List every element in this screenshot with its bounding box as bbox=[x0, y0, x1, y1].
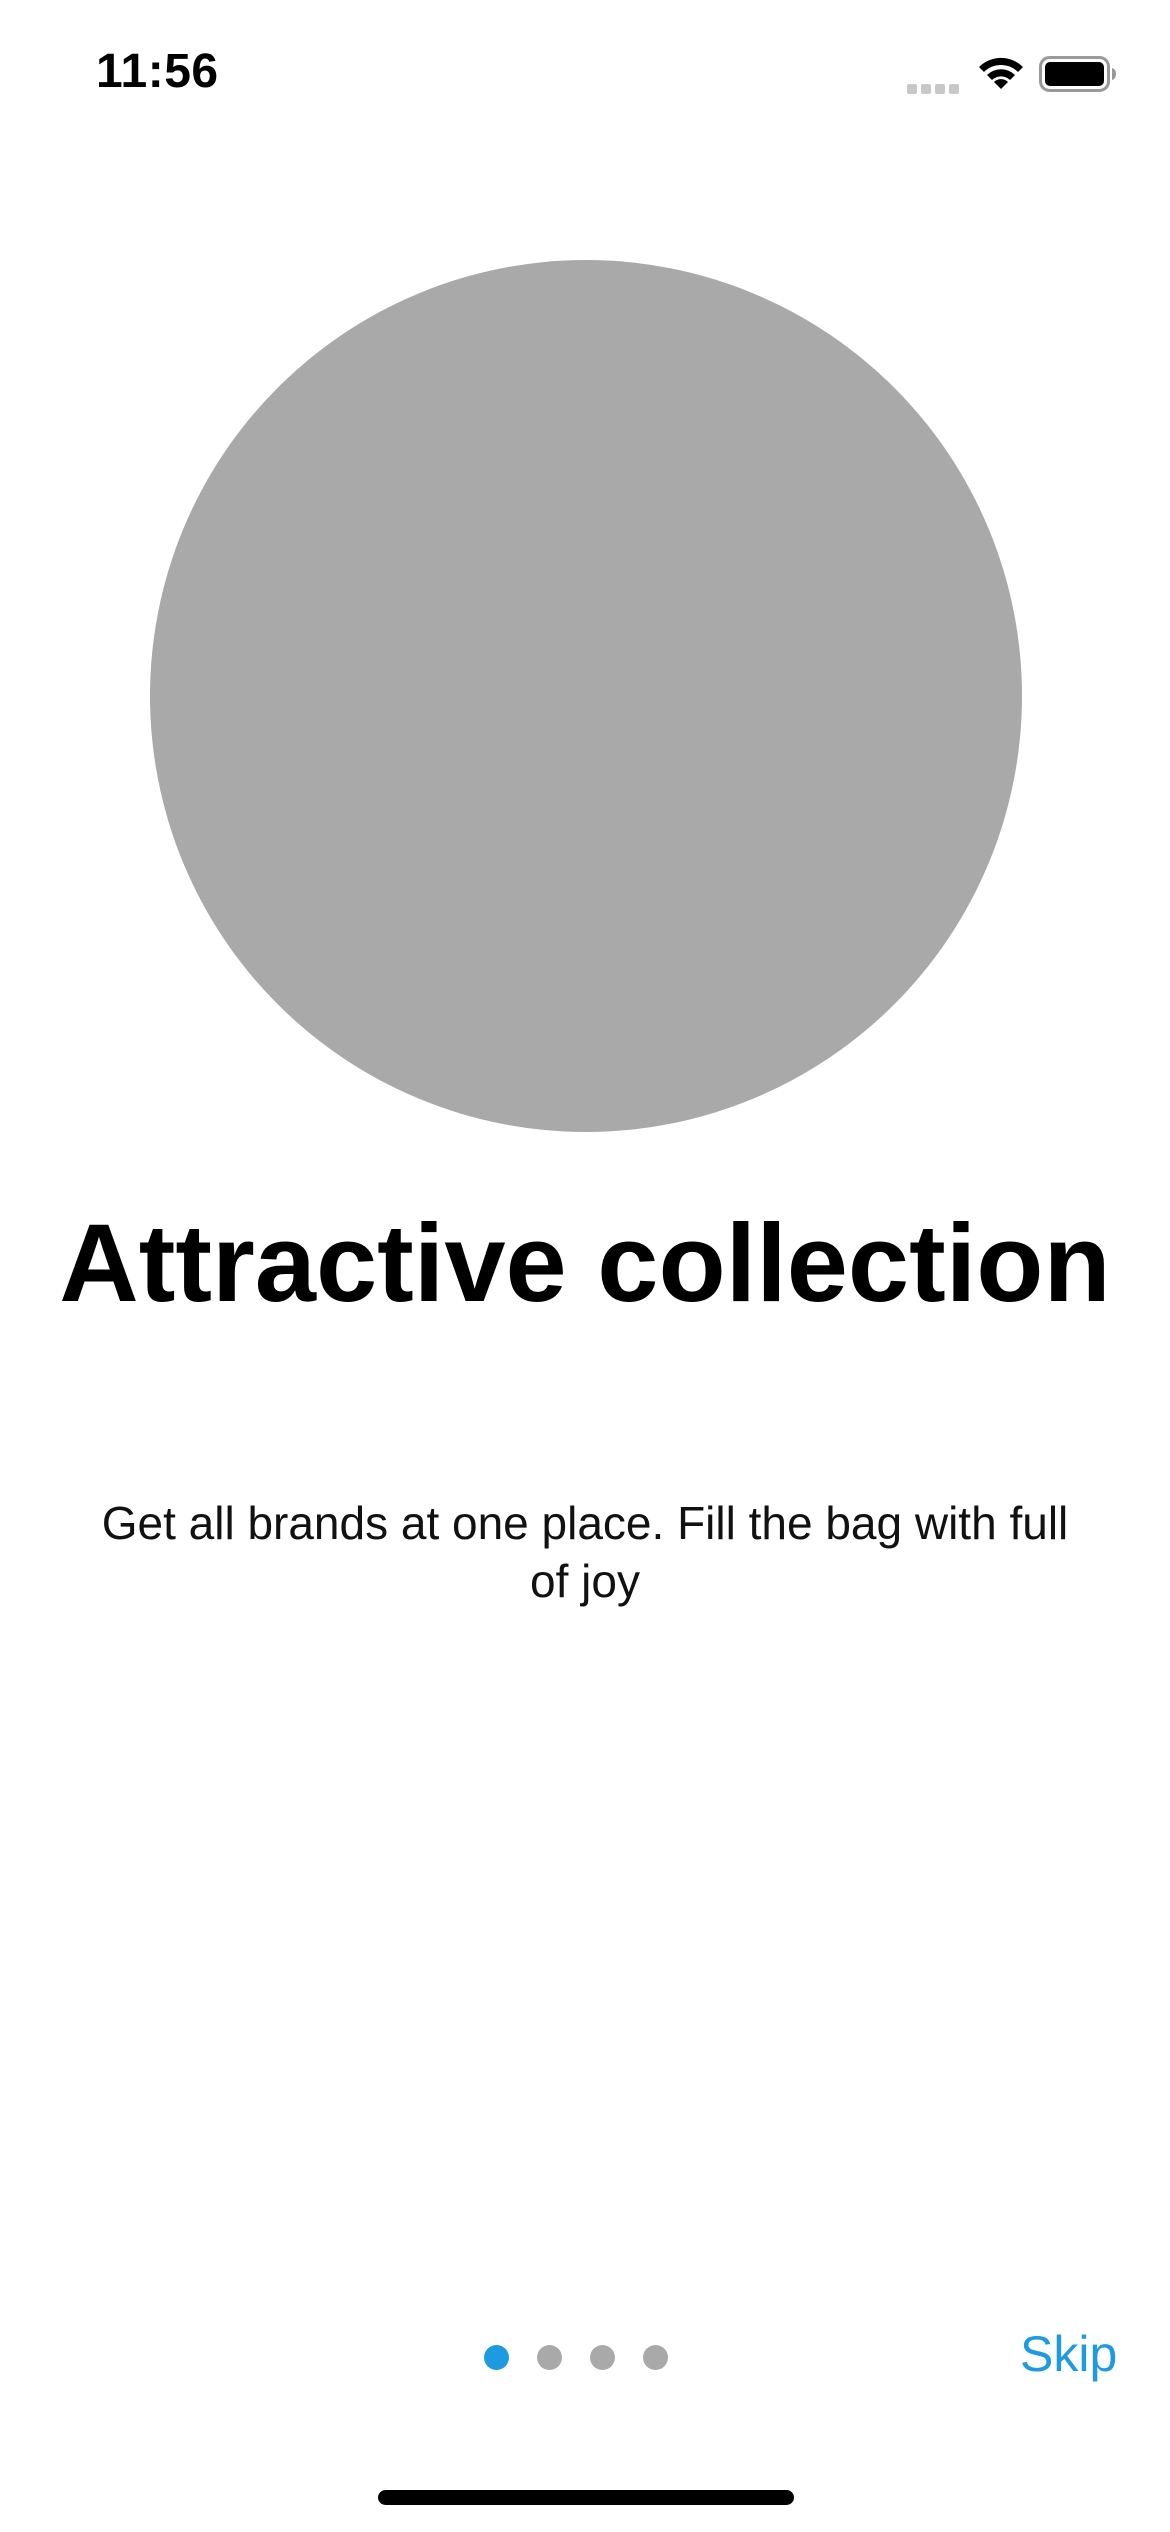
home-indicator[interactable] bbox=[378, 2490, 794, 2505]
page-dot-4[interactable] bbox=[643, 2344, 668, 2370]
status-bar: 11:56 bbox=[0, 0, 1170, 150]
page-indicator[interactable] bbox=[484, 2342, 668, 2372]
cellular-signal-icon bbox=[907, 84, 959, 94]
page-dot-1[interactable] bbox=[484, 2344, 509, 2370]
battery-icon bbox=[1039, 56, 1116, 92]
page-dot-3[interactable] bbox=[590, 2344, 615, 2370]
wifi-icon bbox=[979, 57, 1023, 89]
page-dot-2[interactable] bbox=[537, 2344, 562, 2370]
status-time: 11:56 bbox=[96, 45, 219, 98]
onboarding-title: Attractive collection bbox=[59, 1202, 1111, 1325]
skip-button[interactable]: Skip bbox=[1020, 2325, 1117, 2383]
onboarding-subtitle: Get all brands at one place. Fill the ba… bbox=[101, 1497, 1069, 1607]
onboarding-illustration bbox=[150, 260, 1022, 1132]
